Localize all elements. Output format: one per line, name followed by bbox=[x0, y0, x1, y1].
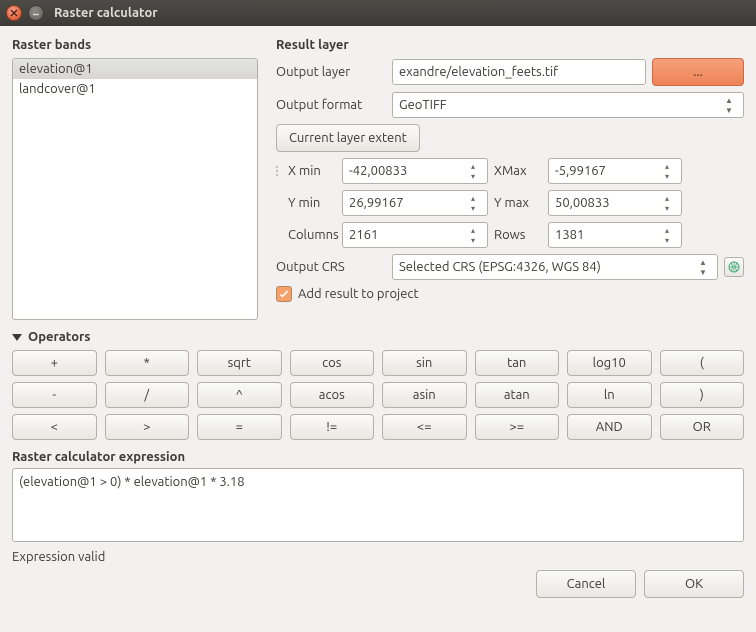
xmax-input[interactable]: -5,99167 ▴▾ bbox=[548, 158, 682, 184]
list-item[interactable]: landcover@1 bbox=[13, 79, 257, 99]
chevron-updown-icon: ▲▼ bbox=[721, 95, 737, 115]
add-result-label: Add result to project bbox=[298, 287, 419, 301]
window-close-button[interactable] bbox=[6, 5, 22, 21]
spinner-icon[interactable]: ▴▾ bbox=[465, 193, 481, 213]
operator-button-[interactable]: * bbox=[105, 350, 190, 376]
output-format-label: Output format bbox=[276, 98, 386, 112]
globe-icon bbox=[728, 261, 740, 273]
xmax-label: XMax bbox=[494, 164, 542, 178]
expression-textarea[interactable]: (elevation@1 > 0) * elevation@1 * 3.18 bbox=[12, 468, 744, 542]
raster-bands-header: Raster bands bbox=[12, 38, 262, 52]
operator-button-[interactable]: <= bbox=[382, 414, 467, 440]
spinner-icon[interactable]: ▴▾ bbox=[465, 225, 481, 245]
operator-button-atan[interactable]: atan bbox=[475, 382, 560, 408]
operator-button-[interactable]: / bbox=[105, 382, 190, 408]
operator-button-AND[interactable]: AND bbox=[567, 414, 652, 440]
rows-label: Rows bbox=[494, 228, 542, 242]
window-title: Raster calculator bbox=[54, 6, 158, 20]
rows-input[interactable]: 1381 ▴▾ bbox=[548, 222, 682, 248]
ymin-label: Y min bbox=[288, 196, 336, 210]
operator-button-cos[interactable]: cos bbox=[290, 350, 375, 376]
operator-button-[interactable]: ) bbox=[660, 382, 745, 408]
select-crs-button[interactable] bbox=[724, 257, 744, 277]
browse-output-button[interactable]: ... bbox=[652, 58, 744, 86]
operator-button-[interactable]: >= bbox=[475, 414, 560, 440]
operator-button-sqrt[interactable]: sqrt bbox=[197, 350, 282, 376]
xmin-label: X min bbox=[288, 164, 336, 178]
operator-button-log10[interactable]: log10 bbox=[567, 350, 652, 376]
ymax-input[interactable]: 50,00833 ▴▾ bbox=[548, 190, 682, 216]
cancel-button[interactable]: Cancel bbox=[536, 570, 636, 598]
operator-button-[interactable]: = bbox=[197, 414, 282, 440]
add-result-checkbox[interactable]: Add result to project bbox=[276, 286, 419, 302]
chevron-down-icon bbox=[12, 334, 22, 341]
current-layer-extent-button[interactable]: Current layer extent bbox=[276, 124, 420, 152]
output-crs-label: Output CRS bbox=[276, 260, 386, 274]
titlebar: Raster calculator bbox=[0, 0, 756, 26]
spinner-icon[interactable]: ▴▾ bbox=[659, 161, 675, 181]
spinner-icon[interactable]: ▴▾ bbox=[659, 193, 675, 213]
ok-button[interactable]: OK bbox=[644, 570, 744, 598]
raster-bands-list[interactable]: elevation@1landcover@1 bbox=[12, 58, 258, 320]
operator-button-ln[interactable]: ln bbox=[567, 382, 652, 408]
columns-label: Columns bbox=[288, 228, 336, 242]
ymin-input[interactable]: 26,99167 ▴▾ bbox=[342, 190, 488, 216]
operators-header[interactable]: Operators bbox=[12, 330, 744, 344]
xmin-input[interactable]: -42,00833 ▴▾ bbox=[342, 158, 488, 184]
operator-button-[interactable]: > bbox=[105, 414, 190, 440]
checkbox-icon bbox=[276, 286, 292, 302]
operator-button-[interactable]: ( bbox=[660, 350, 745, 376]
output-layer-input[interactable]: exandre/elevation_feets.tif bbox=[392, 59, 646, 85]
operator-button-sin[interactable]: sin bbox=[382, 350, 467, 376]
spinner-icon[interactable]: ▴▾ bbox=[465, 161, 481, 181]
window-minimize-button[interactable] bbox=[28, 5, 44, 21]
minimize-icon bbox=[32, 9, 40, 17]
operator-button-acos[interactable]: acos bbox=[290, 382, 375, 408]
status-text: Expression valid bbox=[12, 550, 744, 564]
operator-button-OR[interactable]: OR bbox=[660, 414, 745, 440]
output-format-select[interactable]: GeoTIFF ▲▼ bbox=[392, 92, 744, 118]
operator-button-[interactable]: != bbox=[290, 414, 375, 440]
output-layer-label: Output layer bbox=[276, 65, 386, 79]
expression-header: Raster calculator expression bbox=[12, 450, 744, 464]
operator-button-tan[interactable]: tan bbox=[475, 350, 560, 376]
operator-button-asin[interactable]: asin bbox=[382, 382, 467, 408]
operator-button-[interactable]: - bbox=[12, 382, 97, 408]
chevron-updown-icon: ▲▼ bbox=[695, 257, 711, 277]
ymax-label: Y max bbox=[494, 196, 542, 210]
columns-input[interactable]: 2161 ▴▾ bbox=[342, 222, 488, 248]
operator-button-[interactable]: < bbox=[12, 414, 97, 440]
result-layer-header: Result layer bbox=[276, 38, 744, 52]
resize-grip[interactable] bbox=[276, 166, 282, 176]
spinner-icon[interactable]: ▴▾ bbox=[659, 225, 675, 245]
operator-button-[interactable]: + bbox=[12, 350, 97, 376]
close-icon bbox=[10, 9, 18, 17]
list-item[interactable]: elevation@1 bbox=[13, 59, 257, 79]
operator-button-[interactable]: ^ bbox=[197, 382, 282, 408]
output-crs-select[interactable]: Selected CRS (EPSG:4326, WGS 84) ▲▼ bbox=[392, 254, 718, 280]
